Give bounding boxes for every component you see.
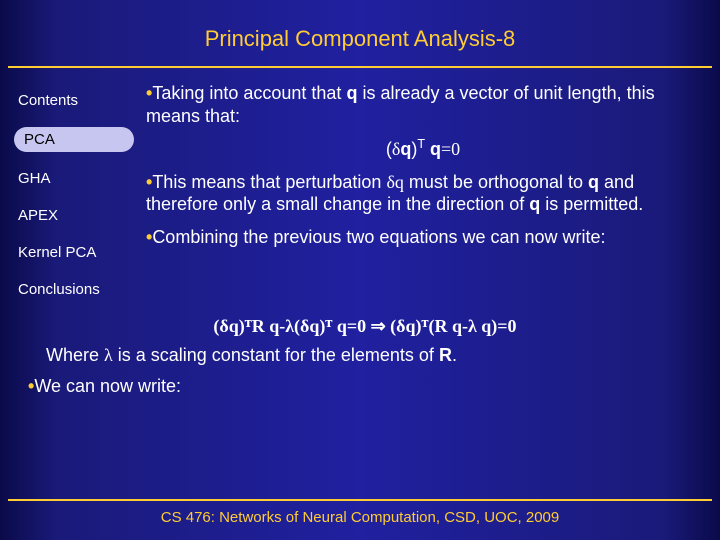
text: is permitted. <box>540 194 643 214</box>
footer-divider <box>8 499 712 501</box>
content-area: Contents PCA GHA APEX Kernel PCA Conclus… <box>0 68 720 308</box>
footer-text: CS 476: Networks of Neural Computation, … <box>0 509 720 526</box>
sidebar: Contents PCA GHA APEX Kernel PCA Conclus… <box>14 82 134 308</box>
text: is a scaling constant for the elements o… <box>113 345 439 365</box>
sidebar-item-kernel-pca[interactable]: Kernel PCA <box>14 234 134 271</box>
equation-1: (δq)T q=0 <box>146 137 700 161</box>
sidebar-label: PCA <box>24 131 55 148</box>
equation-2: (δq)ᵀR q-λ(δq)ᵀ q=0 ⇒ (δq)ᵀ(R q-λ q)=0 <box>28 316 702 337</box>
sidebar-label: Contents <box>18 92 78 109</box>
sidebar-label: Conclusions <box>18 281 100 298</box>
main-content: •Taking into account that q is already a… <box>146 82 706 308</box>
var-q: q <box>346 83 357 103</box>
bullet-2: •This means that perturbation δq must be… <box>146 171 700 216</box>
slide-header: Principal Component Analysis-8 <box>0 0 720 66</box>
text: We can now write: <box>34 376 181 396</box>
text: Where <box>46 345 104 365</box>
var-R: R <box>439 345 452 365</box>
sidebar-item-conclusions[interactable]: Conclusions <box>14 271 134 308</box>
var-q: q <box>588 172 599 192</box>
bullet-3: •Combining the previous two equations we… <box>146 226 700 249</box>
slide-title: Principal Component Analysis-8 <box>0 26 720 52</box>
text: This means that perturbation <box>152 172 386 192</box>
text: must be orthogonal to <box>404 172 588 192</box>
eq-q: q <box>400 139 411 159</box>
eq-q: q <box>425 139 441 159</box>
sidebar-item-contents[interactable]: Contents <box>14 82 134 119</box>
sidebar-label: Kernel PCA <box>18 244 96 261</box>
sidebar-item-gha[interactable]: GHA <box>14 160 134 197</box>
sidebar-item-apex[interactable]: APEX <box>14 197 134 234</box>
bullet-4: •We can now write: <box>28 376 702 397</box>
eq-text: =0 <box>441 139 460 159</box>
bullet-1: •Taking into account that q is already a… <box>146 82 700 127</box>
var-lambda: λ <box>104 345 113 365</box>
var-dq: δq <box>386 172 403 192</box>
text: Combining the previous two equations we … <box>152 227 605 247</box>
lower-content: (δq)ᵀR q-λ(δq)ᵀ q=0 ⇒ (δq)ᵀ(R q-λ q)=0 W… <box>0 316 720 397</box>
sidebar-label: APEX <box>18 207 58 224</box>
sidebar-label: GHA <box>18 170 51 187</box>
where-clause: Where λ is a scaling constant for the el… <box>46 345 702 366</box>
sidebar-item-pca[interactable]: PCA <box>14 127 134 152</box>
var-q: q <box>529 194 540 214</box>
footer: CS 476: Networks of Neural Computation, … <box>0 491 720 540</box>
eq-sup: T <box>417 137 425 151</box>
text: Taking into account that <box>152 83 346 103</box>
text: . <box>452 345 457 365</box>
